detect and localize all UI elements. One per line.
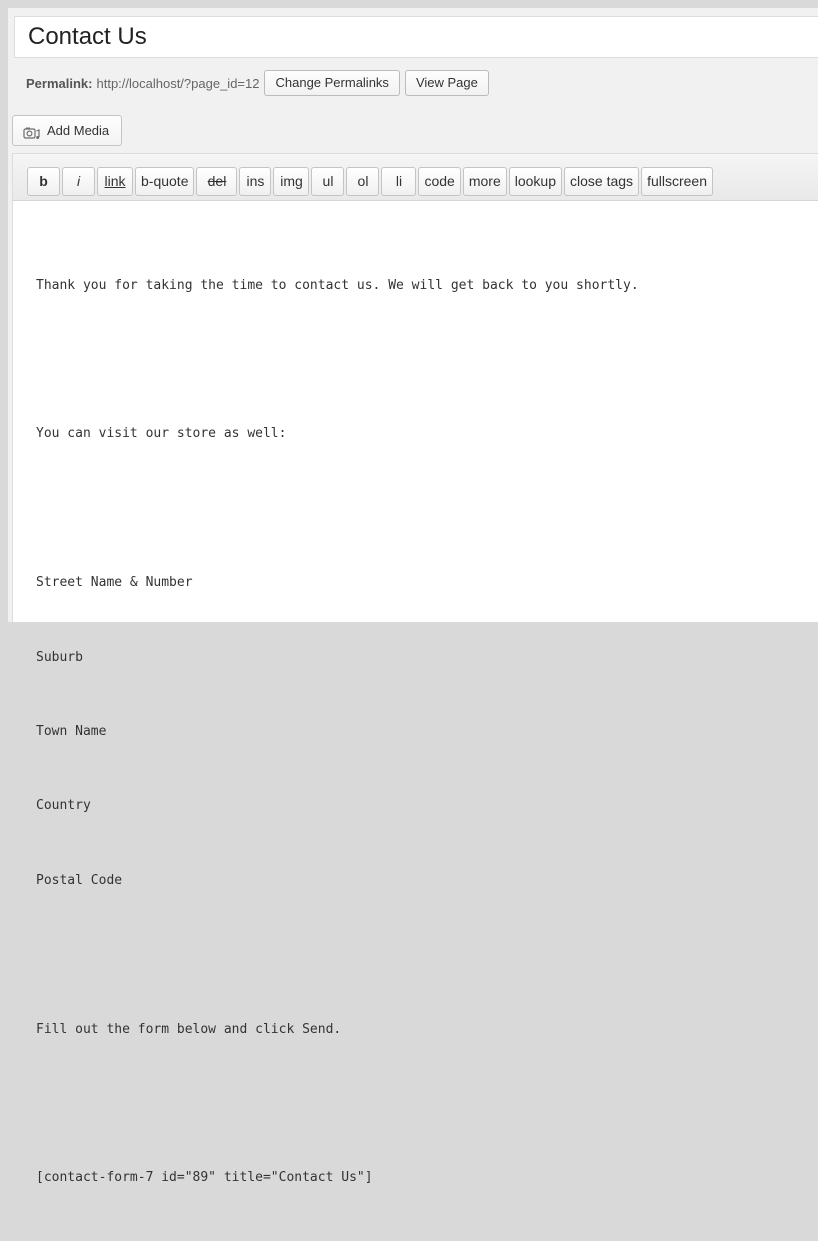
- editor-line: Fill out the form below and click Send.: [36, 1021, 342, 1037]
- fullscreen-button[interactable]: fullscreen: [641, 167, 713, 196]
- screenshot-stage: Contact Us Permalink: http://localhost/?…: [0, 0, 818, 1185]
- more-button[interactable]: more: [462, 167, 507, 196]
- permalink-url[interactable]: http://localhost/?page_id=12: [96, 76, 259, 91]
- page-title-text: Contact Us: [28, 23, 147, 50]
- page-title-input[interactable]: Contact Us: [14, 16, 818, 58]
- add-media-button[interactable]: Add Media: [12, 115, 123, 146]
- lookup-button[interactable]: lookup: [508, 167, 563, 196]
- italic-button[interactable]: i: [62, 167, 95, 196]
- view-page-button[interactable]: View Page: [404, 70, 489, 96]
- editor-content[interactable]: Thank you for taking the time to contact…: [36, 224, 639, 1241]
- close-tags-button[interactable]: close tags: [564, 167, 640, 196]
- text-editor: b i link b-quote del ins img ul ol li co…: [12, 153, 818, 1185]
- permalink-row: Permalink: http://localhost/?page_id=12 …: [26, 68, 489, 98]
- quicktag-buttons: b i link b-quote del ins img ul ol li co…: [27, 167, 715, 196]
- quicktags-toolbar: b i link b-quote del ins img ul ol li co…: [13, 154, 818, 201]
- editor-line: Suburb: [36, 649, 83, 665]
- editor-line: Country: [36, 798, 91, 814]
- add-media-icon: [23, 123, 41, 139]
- editor-line: Postal Code: [36, 872, 123, 888]
- editor-line: Thank you for taking the time to contact…: [36, 277, 639, 293]
- image-button[interactable]: img: [273, 167, 310, 196]
- link-button[interactable]: link: [97, 167, 133, 196]
- code-button[interactable]: code: [418, 167, 461, 196]
- editor-line: Town Name: [36, 723, 107, 739]
- blockquote-button[interactable]: b-quote: [135, 167, 195, 196]
- insert-button[interactable]: ins: [239, 167, 272, 196]
- list-item-button[interactable]: li: [381, 167, 417, 196]
- bold-button[interactable]: b: [27, 167, 60, 196]
- permalink-label: Permalink:: [26, 75, 93, 91]
- camera-music-icon: [23, 127, 40, 139]
- editor-line: Street Name & Number: [36, 575, 193, 591]
- add-media-label: Add Media: [47, 123, 110, 138]
- editor-line: [contact-form-7 id="89" title="Contact U…: [36, 1170, 373, 1186]
- edit-page-panel: Contact Us Permalink: http://localhost/?…: [0, 8, 818, 1185]
- delete-button[interactable]: del: [196, 167, 238, 196]
- ordered-list-button[interactable]: ol: [346, 167, 380, 196]
- editor-line: You can visit our store as well:: [36, 426, 287, 442]
- change-permalinks-button[interactable]: Change Permalinks: [264, 70, 400, 96]
- unordered-list-button[interactable]: ul: [311, 167, 345, 196]
